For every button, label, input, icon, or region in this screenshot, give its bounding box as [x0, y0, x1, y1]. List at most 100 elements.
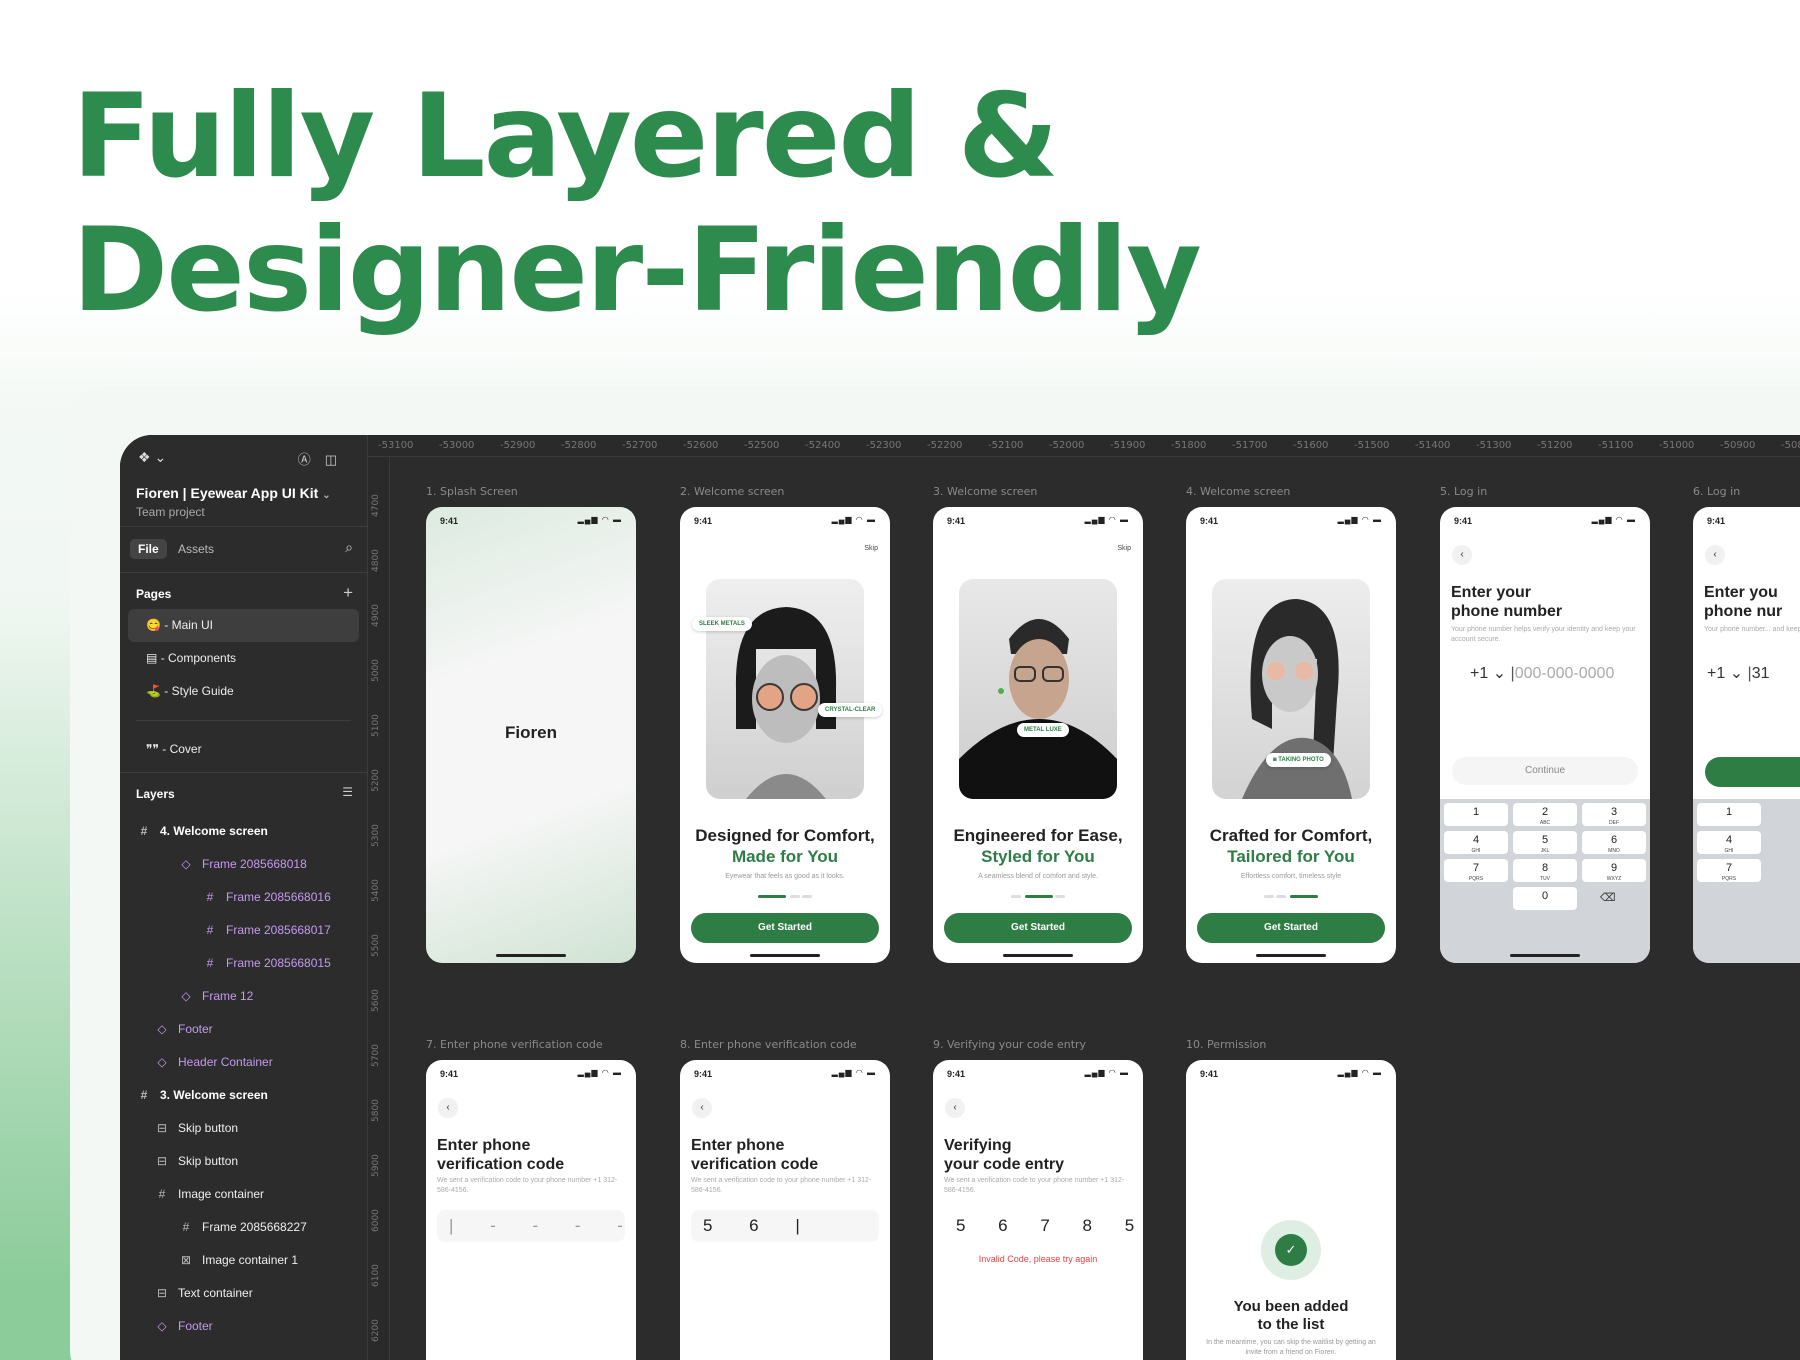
keypad-key[interactable]: 2 ABC — [1513, 803, 1577, 826]
welcome-title: Engineered for Ease, Styled for You — [953, 826, 1123, 866]
keypad-key[interactable]: 3 DEF — [1582, 803, 1646, 826]
get-started-button[interactable]: Get Started — [691, 913, 879, 943]
status-time: 9:41 — [1707, 516, 1726, 526]
add-page-icon[interactable]: + — [343, 583, 353, 603]
design-canvas[interactable]: -53100 -53000 -52900 -52800 -52700 -52600 -525… — [368, 435, 1800, 1360]
backspace-icon[interactable]: ⌫ — [1600, 891, 1616, 904]
status-time: 9:41 — [1200, 1069, 1219, 1079]
back-icon[interactable]: ‹ — [945, 1098, 965, 1118]
layer-item[interactable]: ⊟ Text container — [120, 1277, 367, 1310]
divider — [120, 772, 367, 773]
frame-label[interactable]: 1. Splash Screen — [426, 485, 518, 498]
verification-screen-frame[interactable]: 9:41 ▂▄▆ ◠ ▬ ‹ Enter phone verification c… — [426, 1060, 636, 1360]
frame-label[interactable]: 10. Permission — [1186, 1038, 1266, 1051]
layer-item[interactable]: # Frame 2085668016 — [120, 881, 367, 914]
page-item-components[interactable]: ▤ - Components — [128, 642, 359, 675]
keypad-key[interactable]: 1 — [1697, 803, 1761, 826]
frame-label[interactable]: 4. Welcome screen — [1186, 485, 1290, 498]
component-icon: ◇ — [181, 857, 191, 871]
component-icon: ◇ — [157, 1055, 167, 1069]
phone-number-input[interactable]: +1 ⌄ |000-000-0000 — [1470, 663, 1614, 683]
welcome-screen-frame[interactable]: 9:41 ▂▄▆ ◠ ▬ ◙ TAKING PHOTO Crafted for … — [1186, 507, 1396, 963]
welcome-screen-frame[interactable]: 9:41 ▂▄▆ ◠ ▬ Skip SLEEK METALS CRYSTAL-C… — [680, 507, 890, 963]
layer-item[interactable]: ◇ Footer — [120, 1310, 367, 1343]
frame-label[interactable]: 9. Verifying your code entry — [933, 1038, 1086, 1051]
country-code-select[interactable]: +1 ⌄ — [1470, 665, 1506, 682]
code-input[interactable]: | - - - - - — [437, 1210, 636, 1242]
layer-item[interactable]: ◇ Frame 2085668018 — [120, 848, 367, 881]
phone-number-input[interactable]: +1 ⌄ |31 — [1707, 663, 1770, 683]
splash-screen-frame[interactable]: 9:41 ▂▄▆ ◠ ▬ Fioren — [426, 507, 636, 963]
layer-item[interactable]: ◇ Footer — [120, 1013, 367, 1046]
layer-item[interactable]: ◇ Frame 12 — [120, 980, 367, 1013]
keypad-key[interactable]: 1 — [1444, 803, 1508, 826]
frame-label[interactable]: 5. Log in — [1440, 485, 1487, 498]
page-item-style-guide[interactable]: ⛳ - Style Guide — [128, 675, 359, 708]
layer-item[interactable]: # Frame 2085668227 — [120, 1211, 367, 1244]
login-screen-frame[interactable]: 9:41 ▂▄▆ ◠ ▬ ‹ Enter your phone number Yo… — [1440, 507, 1650, 963]
back-icon[interactable]: ‹ — [1705, 545, 1725, 565]
panel-toggle-icon[interactable]: ◫ — [325, 452, 351, 467]
page-item-main-ui[interactable]: 😋 - Main UI — [128, 609, 359, 642]
code-input[interactable]: 5 6 | — [691, 1210, 879, 1242]
feature-tag: METAL LUXE — [1017, 723, 1069, 737]
project-name[interactable]: Fioren | Eyewear App UI Kit ⌄ — [136, 485, 331, 501]
verification-screen-frame[interactable]: 9:41 ▂▄▆ ◠ ▬ ‹ Enter phone verification c… — [680, 1060, 890, 1360]
page-item-cover[interactable]: ❞❞ - Cover — [128, 733, 359, 766]
layer-item[interactable]: #4. Welcome screen — [120, 815, 367, 848]
layer-item[interactable]: ◇ Header Container — [120, 1046, 367, 1079]
back-icon[interactable]: ‹ — [438, 1098, 458, 1118]
figma-window: ❖ ⌄ Ⓐ◫ Fioren | Eyewear App UI Kit ⌄ Tea… — [120, 435, 1800, 1360]
search-icon[interactable]: ⌕ — [345, 539, 353, 556]
keypad-key[interactable]: 7 PQRS — [1697, 859, 1761, 882]
frame-label[interactable]: 2. Welcome screen — [680, 485, 784, 498]
verifying-screen-frame[interactable]: 9:41 ▂▄▆ ◠ ▬ ‹ Verifying your code entry … — [933, 1060, 1143, 1360]
figma-menu-icon[interactable]: ❖ ⌄ — [138, 449, 166, 466]
skip-button[interactable]: Skip — [864, 545, 878, 552]
collapse-layers-icon[interactable]: ☰ — [342, 785, 353, 799]
ruler-tick: 5600 — [371, 989, 381, 1012]
login-screen-frame[interactable]: 9:41 ‹ Enter you phone nur Your phone num… — [1693, 507, 1800, 963]
frame-icon: # — [140, 1088, 148, 1102]
permission-screen-frame[interactable]: 9:41 ▂▄▆ ◠ ▬ ✓ You been added to the list… — [1186, 1060, 1396, 1360]
get-started-button[interactable]: Get Started — [944, 913, 1132, 943]
layer-item[interactable]: # Frame 2085668017 — [120, 914, 367, 947]
ruler-tick: -52600 — [683, 440, 719, 451]
layer-item[interactable]: ⊟ Skip button — [120, 1112, 367, 1145]
frame-label[interactable]: 7. Enter phone verification code — [426, 1038, 603, 1051]
tab-assets[interactable]: Assets — [170, 539, 222, 559]
frame-label[interactable]: 6. Log in — [1693, 485, 1740, 498]
code-input[interactable]: 5 6 7 8 5 7 — [944, 1210, 1143, 1242]
keypad-key[interactable]: 4 GHI — [1444, 831, 1508, 854]
get-started-button[interactable]: Get Started — [1197, 913, 1385, 943]
back-icon[interactable]: ‹ — [692, 1098, 712, 1118]
welcome-screen-frame[interactable]: 9:41 ▂▄▆ ◠ ▬ Skip METAL LUXE Engineered … — [933, 507, 1143, 963]
keypad-key[interactable]: 7 PQRS — [1444, 859, 1508, 882]
layer-item[interactable]: #3. Welcome screen — [120, 1079, 367, 1112]
flag-icon: ⛳ — [146, 684, 161, 698]
keypad-key[interactable]: 5 JKL — [1513, 831, 1577, 854]
keypad-key[interactable]: 0 — [1513, 887, 1577, 910]
frame-label[interactable]: 8. Enter phone verification code — [680, 1038, 857, 1051]
layer-item[interactable]: # Image container — [120, 1178, 367, 1211]
keypad-key[interactable]: 4 GHI — [1697, 831, 1761, 854]
keypad-key[interactable]: 8 TUV — [1513, 859, 1577, 882]
layer-item[interactable]: ⊠ Image container 1 — [120, 1244, 367, 1277]
welcome-description: Eyewear that feels as good as it looks. — [725, 873, 845, 880]
text-tool-icon[interactable]: Ⓐ — [298, 452, 325, 467]
home-indicator — [750, 954, 820, 957]
continue-button[interactable]: Continue — [1452, 757, 1638, 785]
skip-button[interactable]: Skip — [1117, 545, 1131, 552]
frame-icon: # — [158, 1187, 166, 1201]
ruler-tick: 6000 — [371, 1209, 381, 1232]
keypad-key[interactable]: 6 MNO — [1582, 831, 1646, 854]
country-code-select[interactable]: +1 ⌄ — [1707, 665, 1743, 682]
tab-file[interactable]: File — [130, 539, 167, 559]
frame-label[interactable]: 3. Welcome screen — [933, 485, 1037, 498]
ruler-tick: -52700 — [622, 440, 658, 451]
continue-button[interactable] — [1705, 757, 1800, 787]
layer-item[interactable]: # Frame 2085668015 — [120, 947, 367, 980]
layer-item[interactable]: ⊟ Skip button — [120, 1145, 367, 1178]
back-icon[interactable]: ‹ — [1452, 545, 1472, 565]
keypad-key[interactable]: 9 WXYZ — [1582, 859, 1646, 882]
